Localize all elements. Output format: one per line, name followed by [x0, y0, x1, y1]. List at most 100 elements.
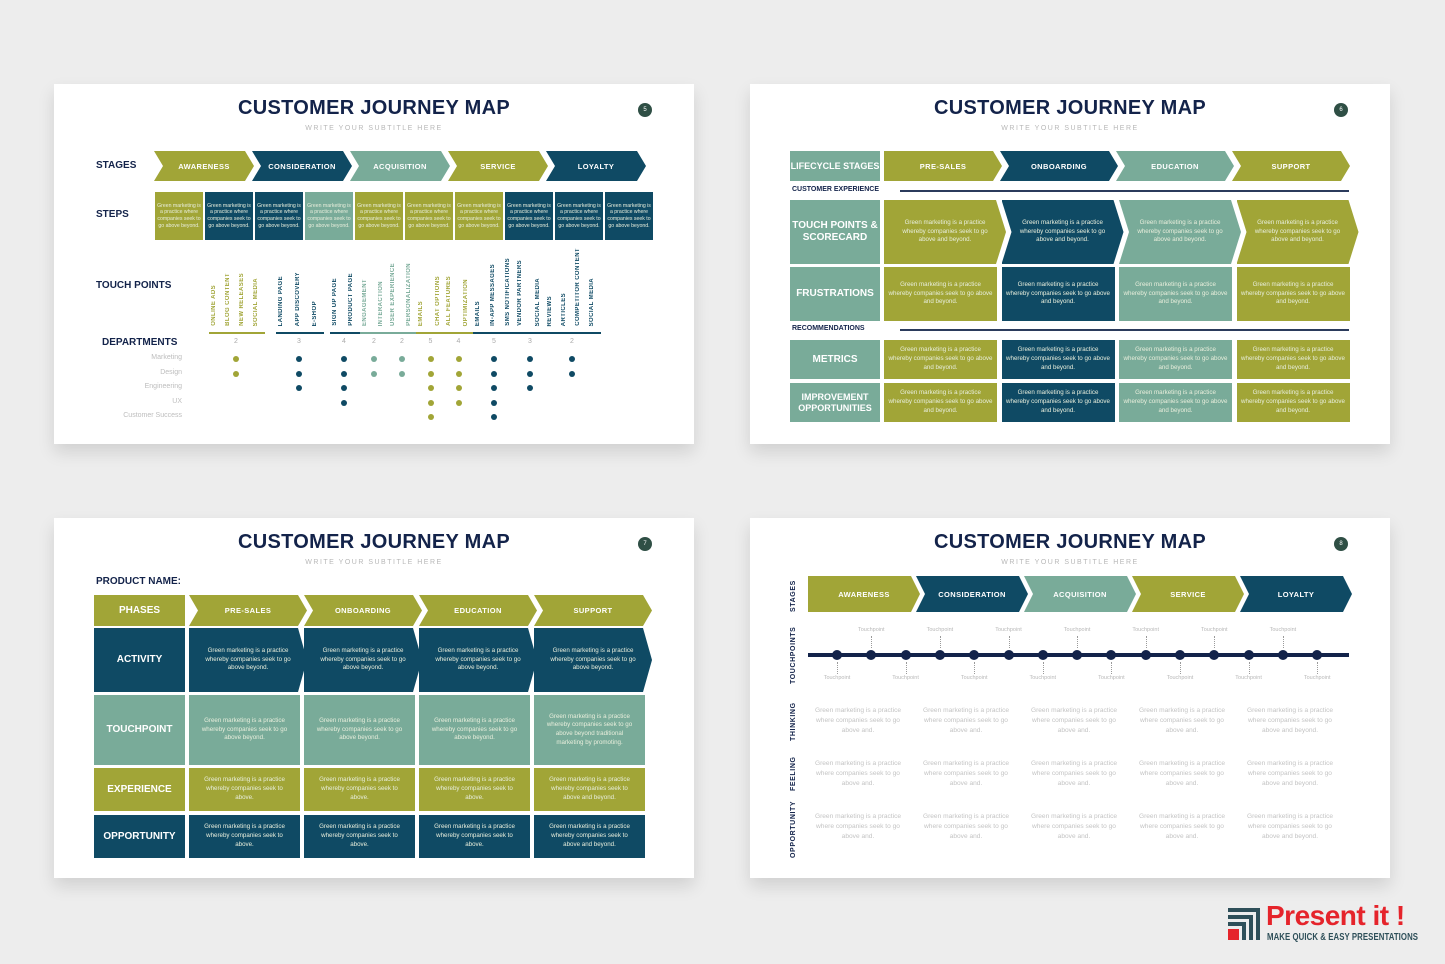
department-dot [491, 356, 497, 362]
touchpoint-dot[interactable] [1277, 650, 1288, 660]
touchpoint-dot[interactable] [866, 650, 877, 660]
opportunity-text: Green marketing is a practice where comp… [814, 813, 902, 841]
touch-group-underline [444, 332, 475, 334]
touch-group-count: 5 [492, 338, 496, 345]
grid-cell: Green marketing is a practice whereby co… [1001, 267, 1115, 321]
touchpoint-dot[interactable] [1209, 650, 1220, 660]
stage-chevron-awareness[interactable]: AWARENESS [154, 151, 254, 181]
touchpoint-dot[interactable] [1072, 650, 1083, 660]
phase-chevron-onboarding[interactable]: ONBOARDING [304, 595, 422, 626]
touch-point-label: INTERACTION [378, 280, 384, 326]
grid-cell: Green marketing is a practice whereby co… [884, 383, 997, 422]
department-label: Marketing [151, 354, 182, 361]
slide-title: CUSTOMER JOURNEY MAP [238, 97, 510, 119]
grid-cell: Green marketing is a practice whereby co… [189, 628, 307, 692]
stage-chevron-acquisition[interactable]: ACQUISITION [350, 151, 450, 181]
touch-group-count: 2 [372, 338, 376, 345]
touchpoint-label: Touchpoint [960, 675, 988, 681]
touch-group-underline [209, 332, 265, 334]
touchpoint-dot[interactable] [900, 650, 911, 660]
touchpoint-dot[interactable] [1312, 650, 1323, 660]
stage-chevron-consideration[interactable]: CONSIDERATION [252, 151, 352, 181]
touchpoint-dot[interactable] [1037, 650, 1048, 660]
touchpoint-dot[interactable] [1106, 650, 1117, 660]
touchpoint-connector [1180, 662, 1181, 674]
stage-chevron-loyalty[interactable]: LOYALTY [546, 151, 646, 181]
step-cell: Green marketing is a practice where comp… [555, 192, 603, 240]
slide-journey-map-departments[interactable]: CUSTOMER JOURNEY MAP WRITE YOUR SUBTITLE… [54, 84, 694, 444]
touchpoint-connector [837, 662, 838, 674]
slide-subtitle: WRITE YOUR SUBTITLE HERE [305, 125, 443, 132]
lifecycle-chevron-pre-sales[interactable]: PRE-SALES [884, 151, 1002, 181]
side-label-opportunity: OPPORTUNITY [790, 800, 797, 858]
row-label-touch-points: TOUCH POINTS [96, 280, 172, 291]
grid-cell: Green marketing is a practice whereby co… [304, 695, 415, 765]
department-dot [455, 356, 462, 362]
touch-group-count: 3 [528, 338, 532, 345]
feeling-text: Green marketing is a practice where comp… [1030, 760, 1118, 788]
phase-chevron-support[interactable]: SUPPORT [534, 595, 652, 626]
department-dot [341, 356, 347, 362]
grid-cell: Green marketing is a practice whereby co… [534, 628, 652, 692]
slide-journey-map-lifecycle[interactable]: CUSTOMER JOURNEY MAP WRITE YOUR SUBTITLE… [750, 84, 1390, 444]
side-label-thinking: THINKING [790, 702, 797, 741]
grid-cell: Green marketing is a practice whereby co… [1001, 340, 1115, 379]
row-label: TOUCH POINTS & SCORECARD [790, 200, 880, 264]
phase-chevron-pre-sales[interactable]: PRE-SALES [189, 595, 307, 626]
stage-chevron-loyalty[interactable]: LOYALTY [1240, 576, 1352, 612]
department-dot [371, 356, 377, 362]
touchpoint-dot[interactable] [832, 650, 842, 660]
thinking-text: Green marketing is a practice where comp… [922, 707, 1010, 735]
lifecycle-stages-label: LIFECYCLE STAGES [790, 151, 880, 181]
department-dot [491, 371, 497, 377]
product-name-label: PRODUCT NAME: [96, 576, 181, 587]
stage-chevron-service[interactable]: SERVICE [448, 151, 548, 181]
touch-point-label: EMAILS [475, 300, 481, 326]
department-dot [427, 414, 434, 420]
step-cell: Green marketing is a practice where comp… [455, 192, 503, 240]
feeling-text: Green marketing is a practice where comp… [1138, 760, 1226, 788]
touchpoint-dot[interactable] [934, 650, 945, 660]
touchpoint-connector [939, 636, 941, 648]
brand-logo: Present it ! MAKE QUICK & EASY PRESENTAT… [1226, 900, 1436, 950]
touch-group-underline [473, 332, 517, 334]
touchpoint-label: Touchpoint [1200, 627, 1228, 633]
thinking-text: Green marketing is a practice where comp… [1138, 707, 1226, 735]
phases-label: PHASES [94, 595, 185, 626]
department-dot [341, 385, 347, 391]
department-dot [296, 371, 302, 377]
grid-cell: Green marketing is a practice whereby co… [189, 695, 300, 765]
phase-chevron-education[interactable]: EDUCATION [419, 595, 537, 626]
department-dot [527, 371, 533, 377]
department-label: Engineering [144, 383, 182, 390]
stage-chevron-service[interactable]: SERVICE [1132, 576, 1244, 612]
slide-title: CUSTOMER JOURNEY MAP [934, 531, 1206, 553]
stage-chevron-consideration[interactable]: CONSIDERATION [916, 576, 1028, 612]
grid-cell: Green marketing is a practice whereby co… [304, 768, 415, 811]
touchpoint-dot[interactable] [1140, 650, 1151, 660]
touchpoint-dot[interactable] [969, 650, 980, 660]
feeling-text: Green marketing is a practice where comp… [1246, 760, 1334, 788]
slide-journey-map-phases[interactable]: CUSTOMER JOURNEY MAP WRITE YOUR SUBTITLE… [54, 518, 694, 878]
grid-cell: Green marketing is a practice whereby co… [1119, 340, 1232, 379]
lifecycle-chevron-education[interactable]: EDUCATION [1116, 151, 1234, 181]
stage-chevron-acquisition[interactable]: ACQUISITION [1024, 576, 1136, 612]
department-dot [491, 400, 497, 406]
department-dot [427, 371, 434, 377]
touchpoint-dot[interactable] [1175, 650, 1185, 660]
touch-group-underline [360, 332, 390, 334]
touchpoint-connector [1145, 636, 1147, 648]
touchpoint-dot[interactable] [1243, 650, 1254, 660]
grid-cell: Green marketing is a practice whereby co… [189, 815, 300, 858]
slide-journey-map-timeline[interactable]: CUSTOMER JOURNEY MAP WRITE YOUR SUBTITLE… [750, 518, 1390, 878]
lifecycle-chevron-onboarding[interactable]: ONBOARDING [1000, 151, 1118, 181]
department-dot [569, 371, 575, 377]
step-cell: Green marketing is a practice where comp… [605, 192, 653, 240]
touch-point-label: SOCIAL MEDIA [253, 277, 259, 326]
lifecycle-chevron-support[interactable]: SUPPORT [1232, 151, 1350, 181]
department-dot [427, 385, 434, 391]
side-label-stages: STAGES [790, 580, 797, 612]
stage-chevron-awareness[interactable]: AWARENESS [808, 576, 920, 612]
touchpoint-label: Touchpoint [823, 675, 851, 681]
touchpoint-dot[interactable] [1003, 650, 1014, 660]
